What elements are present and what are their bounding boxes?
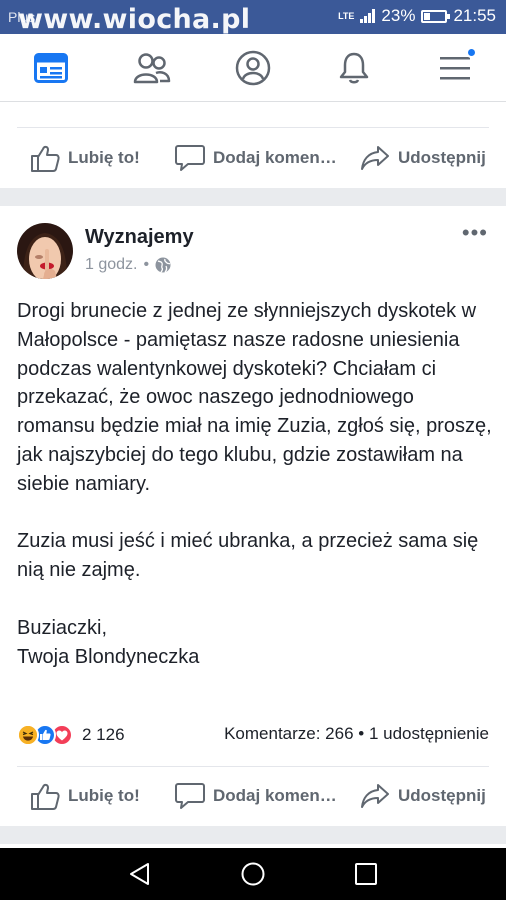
menu-icon [440, 56, 471, 79]
status-bar: Plus www.wiocha.pl LTE 23% 21:55 [0, 0, 506, 35]
clock: 21:55 [453, 6, 496, 25]
like-button[interactable]: Lubię to! [30, 144, 140, 172]
back-icon[interactable] [128, 862, 152, 886]
share-icon [361, 784, 389, 808]
battery-percent: 23% [381, 6, 416, 25]
share-button[interactable]: Udostępnij [360, 144, 486, 172]
previous-post-actions: Lubię to! Dodaj komen… Udostępnij [0, 130, 506, 186]
post-meta: 1 godz. • [85, 256, 171, 274]
tab-news-feed[interactable] [0, 34, 101, 101]
comment-icon [175, 145, 205, 171]
bell-icon [339, 52, 369, 83]
comment-icon [175, 783, 205, 809]
thumbs-up-icon [31, 145, 60, 172]
tab-profile[interactable] [202, 34, 303, 101]
reactions-summary[interactable]: 2 126 [17, 724, 125, 746]
comment-button[interactable]: Dodaj komen… [175, 144, 337, 172]
friends-icon [133, 52, 171, 83]
haha-icon [17, 724, 39, 746]
globe-icon [155, 257, 171, 273]
watermark: www.wiocha.pl [18, 4, 251, 35]
tab-notifications[interactable] [304, 34, 405, 101]
post-paragraph: Buziaczki, Twoja Blondyneczka [17, 616, 200, 668]
like-label: Lubię to! [68, 786, 140, 805]
page-avatar[interactable] [17, 223, 73, 279]
home-icon[interactable] [241, 862, 265, 886]
battery-icon [421, 9, 451, 23]
share-label: Udostępnij [398, 148, 486, 167]
like-label: Lubię to! [68, 148, 140, 167]
meta-separator: • [143, 256, 150, 273]
post-text: Drogi brunecie z jednej ze słynniejszych… [17, 297, 492, 671]
reaction-count: 2 126 [82, 725, 125, 744]
comments-shares-summary[interactable]: Komentarze: 266 • 1 udostępnienie [224, 724, 489, 744]
notification-dot [466, 47, 478, 58]
share-button[interactable]: Udostępnij [360, 782, 486, 810]
tab-menu[interactable] [405, 34, 506, 101]
post-card: Wyznajemy 1 godz. • ••• Drogi brunecie z… [0, 206, 506, 826]
post-paragraph: Zuzia musi jeść i mieć ubranka, a przeci… [17, 530, 479, 582]
post-time[interactable]: 1 godz. [85, 256, 137, 274]
post-paragraph: Drogi brunecie z jednej ze słynniejszych… [17, 300, 492, 495]
thumbs-up-icon [31, 783, 60, 810]
like-button[interactable]: Lubię to! [30, 782, 140, 810]
avatar-image [17, 223, 73, 279]
page-name[interactable]: Wyznajemy [85, 226, 194, 249]
post-actions: Lubię to! Dodaj komen… Udostępnij [0, 768, 506, 824]
recents-icon[interactable] [354, 862, 378, 886]
tab-friends[interactable] [101, 34, 202, 101]
share-label: Udostępnij [398, 786, 486, 805]
network-type: LTE [338, 10, 355, 21]
signal-icon [360, 9, 376, 23]
divider [17, 766, 489, 767]
comment-label: Dodaj komen… [213, 148, 337, 167]
previous-post-card: Lubię to! Dodaj komen… Udostępnij [0, 102, 506, 188]
more-options-icon[interactable]: ••• [462, 222, 488, 244]
status-indicators: LTE 23% 21:55 [338, 6, 496, 26]
comment-label: Dodaj komen… [213, 786, 337, 805]
news-feed-icon [33, 52, 68, 83]
facebook-nav-bar [0, 34, 506, 102]
profile-icon [235, 50, 271, 85]
share-icon [361, 146, 389, 170]
comment-button[interactable]: Dodaj komen… [175, 782, 337, 810]
divider [17, 127, 489, 128]
system-navigation-bar [0, 848, 506, 900]
